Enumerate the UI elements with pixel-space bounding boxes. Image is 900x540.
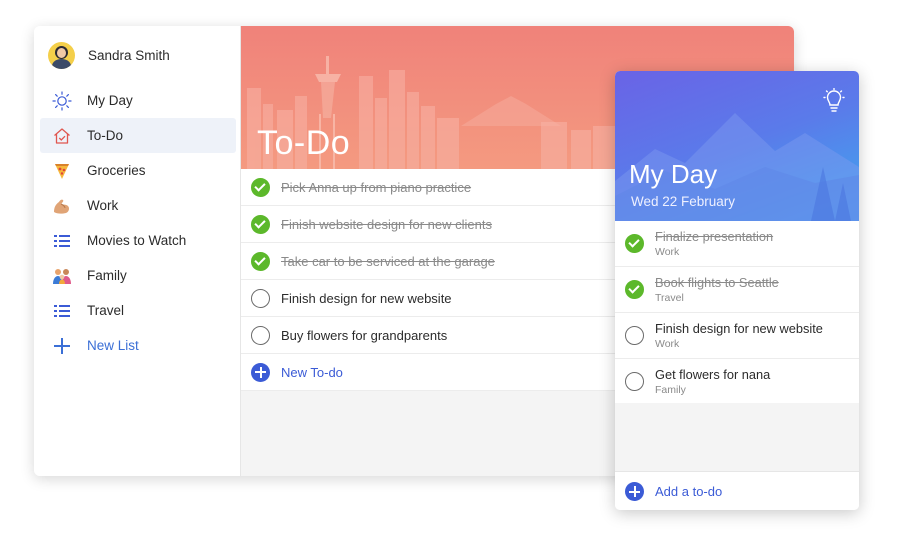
task-title: Get flowers for nana (655, 367, 771, 382)
family-icon (52, 266, 72, 286)
pizza-icon (52, 161, 72, 181)
sidebar-item-groceries[interactable]: Groceries (34, 153, 240, 188)
sidebar: Sandra Smith My Day To-Do Groceries Work… (34, 26, 241, 476)
new-list-button[interactable]: New List (34, 328, 240, 363)
task-list-name: Work (655, 338, 680, 350)
sidebar-item-movies-to-watch[interactable]: Movies to Watch (34, 223, 240, 258)
task-title: Book flights to Seattle (655, 275, 779, 290)
sidebar-item-travel[interactable]: Travel (34, 293, 240, 328)
lightbulb-icon[interactable] (823, 87, 845, 114)
empty-area (615, 403, 859, 471)
task-title: Pick Anna up from piano practice (281, 179, 472, 195)
task-list-name: Family (655, 384, 686, 396)
list-icon (52, 231, 72, 251)
sidebar-item-label: Movies to Watch (87, 233, 187, 248)
completed-checkbox-icon[interactable] (251, 251, 270, 271)
sidebar-item-label: Work (87, 198, 119, 213)
sidebar-item-family[interactable]: Family (34, 258, 240, 293)
plus-icon (52, 336, 72, 356)
task-title: Finish design for new website (281, 290, 452, 306)
user-name: Sandra Smith (88, 47, 170, 63)
my-day-task-list: Finalize presentation Work Book flights … (615, 221, 859, 405)
task-title: Finalize presentation (655, 229, 774, 244)
task-row[interactable]: Finish design for new website Work (615, 313, 859, 359)
checkbox-icon[interactable] (251, 288, 270, 308)
task-title: Finish design for new website (655, 321, 823, 336)
user-profile[interactable]: Sandra Smith (48, 40, 170, 70)
sidebar-item-work[interactable]: Work (34, 188, 240, 223)
sidebar-item-label: To-Do (87, 128, 124, 143)
task-list-name: Work (655, 246, 680, 258)
list-title: To-Do (257, 124, 351, 162)
sidebar-item-my-day[interactable]: My Day (34, 83, 240, 118)
sidebar-item-to-do[interactable]: To-Do (40, 118, 236, 153)
task-title: Take car to be serviced at the garage (281, 253, 495, 269)
add-todo-label: Add a to-do (655, 484, 723, 499)
completed-checkbox-icon[interactable] (625, 234, 644, 253)
completed-checkbox-icon[interactable] (625, 280, 644, 299)
avatar (48, 41, 75, 69)
task-title: Buy flowers for grandparents (281, 327, 448, 343)
my-day-title: My Day (629, 159, 718, 189)
task-row[interactable]: Book flights to Seattle Travel (615, 267, 859, 313)
my-day-banner: My Day Wed 22 February (615, 71, 859, 221)
sidebar-nav: My Day To-Do Groceries Work Movies to Wa… (34, 83, 240, 363)
add-icon (251, 362, 270, 382)
list-icon (52, 301, 72, 321)
my-day-panel: My Day Wed 22 February Finalize presenta… (615, 71, 859, 510)
add-icon (625, 482, 644, 501)
checkbox-icon[interactable] (625, 326, 644, 345)
completed-checkbox-icon[interactable] (251, 177, 270, 197)
task-row[interactable]: Get flowers for nana Family (615, 359, 859, 405)
add-todo-button[interactable]: Add a to-do (615, 471, 859, 510)
my-day-date: Wed 22 February (631, 194, 736, 209)
muscle-icon (52, 196, 72, 216)
home-icon (52, 126, 72, 146)
task-row[interactable]: Finalize presentation Work (615, 221, 859, 267)
sun-icon (52, 90, 72, 111)
new-todo-label: New To-do (281, 364, 343, 380)
checkbox-icon[interactable] (625, 372, 644, 391)
sidebar-item-label: My Day (87, 93, 133, 108)
sidebar-item-label: Travel (87, 303, 125, 318)
checkbox-icon[interactable] (251, 325, 270, 345)
task-title: Finish website design for new clients (281, 216, 492, 232)
task-list-name: Travel (655, 292, 684, 304)
sidebar-item-label: Family (87, 268, 127, 283)
new-list-label: New List (87, 338, 139, 353)
completed-checkbox-icon[interactable] (251, 214, 270, 234)
sidebar-item-label: Groceries (87, 163, 146, 178)
